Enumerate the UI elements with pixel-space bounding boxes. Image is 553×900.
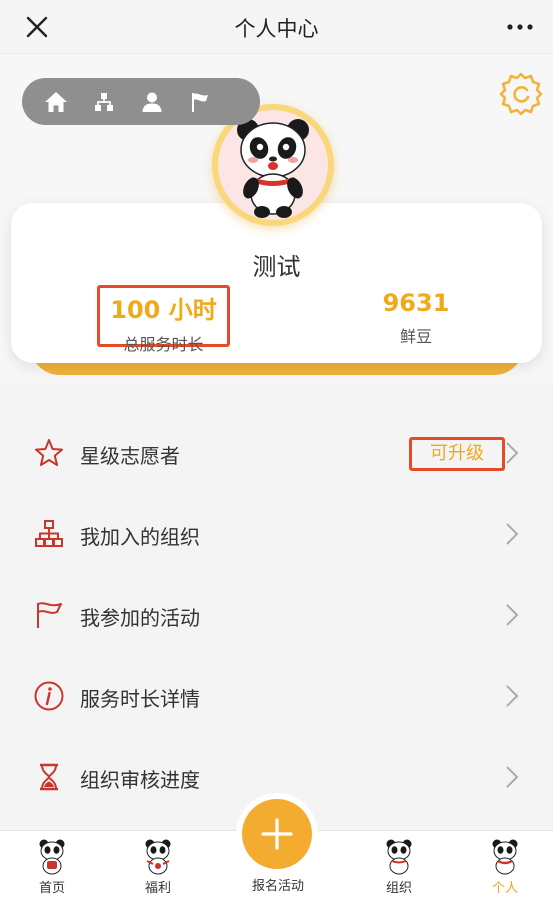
page-title: 个人中心 bbox=[234, 17, 319, 41]
tab-personal[interactable]: 个人 bbox=[465, 831, 545, 900]
quick-nav-pill bbox=[22, 78, 260, 125]
tab-organization[interactable]: 组织 bbox=[359, 831, 439, 900]
total-service-hours-stat[interactable]: 100 小时 总服务时长 bbox=[97, 285, 230, 354]
username: 测试 bbox=[252, 253, 301, 281]
info-icon bbox=[33, 680, 65, 712]
home-icon[interactable] bbox=[32, 78, 80, 125]
panda-organization-icon bbox=[386, 839, 412, 875]
tab-label: 首页 bbox=[38, 881, 65, 896]
chevron-right-icon bbox=[503, 521, 521, 547]
panda-welfare-icon bbox=[145, 839, 171, 875]
beans-value: 9631 bbox=[382, 289, 450, 317]
menu-item-label: 服务时长详情 bbox=[80, 687, 200, 711]
chevron-right-icon bbox=[503, 683, 521, 709]
menu-item-star-volunteer[interactable]: 星级志愿者 可升级 bbox=[0, 413, 553, 494]
panda-home-icon bbox=[39, 839, 65, 875]
service-hours-value: 100 小时 bbox=[110, 296, 217, 324]
menu-item-my-organizations[interactable]: 我加入的组织 bbox=[0, 494, 553, 575]
org-tree-icon[interactable] bbox=[80, 78, 128, 125]
signup-activity-fab-wrap bbox=[236, 793, 318, 875]
panda-avatar-image bbox=[218, 110, 328, 220]
star-icon bbox=[33, 437, 65, 469]
tab-label: 福利 bbox=[144, 881, 171, 896]
settings-gear-icon[interactable] bbox=[497, 70, 545, 118]
flag-icon[interactable] bbox=[176, 78, 224, 125]
top-bar: 个人中心 bbox=[0, 0, 553, 54]
upgrade-badge[interactable]: 可升级 bbox=[409, 437, 505, 471]
signup-activity-button[interactable] bbox=[242, 799, 312, 869]
org-chart-icon bbox=[33, 518, 65, 550]
tab-welfare[interactable]: 福利 bbox=[118, 831, 198, 900]
menu-item-label: 我加入的组织 bbox=[80, 525, 200, 549]
profile-menu: 星级志愿者 可升级 我加入的组织 我参加的活动 服务时长详情 组织审核进度 bbox=[0, 413, 553, 818]
flag-icon bbox=[33, 599, 65, 631]
chevron-right-icon bbox=[503, 602, 521, 628]
menu-item-label: 组织审核进度 bbox=[80, 768, 200, 792]
menu-item-service-hours-detail[interactable]: 服务时长详情 bbox=[0, 656, 553, 737]
signup-activity-label: 报名活动 bbox=[251, 879, 304, 894]
menu-item-label: 星级志愿者 bbox=[80, 444, 180, 468]
user-icon[interactable] bbox=[128, 78, 176, 125]
tab-label: 组织 bbox=[385, 881, 412, 896]
beans-label: 鲜豆 bbox=[399, 327, 432, 346]
chevron-right-icon bbox=[503, 764, 521, 790]
tab-label: 个人 bbox=[491, 881, 518, 896]
more-dots-icon[interactable] bbox=[505, 12, 535, 42]
plus-icon bbox=[261, 818, 293, 850]
menu-item-label: 我参加的活动 bbox=[80, 606, 200, 630]
panda-personal-icon bbox=[492, 839, 518, 875]
service-hours-label: 总服务时长 bbox=[123, 335, 204, 354]
hourglass-icon bbox=[33, 761, 65, 793]
beans-stat[interactable]: 9631 鲜豆 bbox=[361, 289, 471, 347]
menu-item-my-activities[interactable]: 我参加的活动 bbox=[0, 575, 553, 656]
tab-home[interactable]: 首页 bbox=[12, 831, 92, 900]
user-info-card: 测试 100 小时 总服务时长 9631 鲜豆 bbox=[11, 203, 542, 363]
chevron-right-icon bbox=[503, 440, 521, 466]
